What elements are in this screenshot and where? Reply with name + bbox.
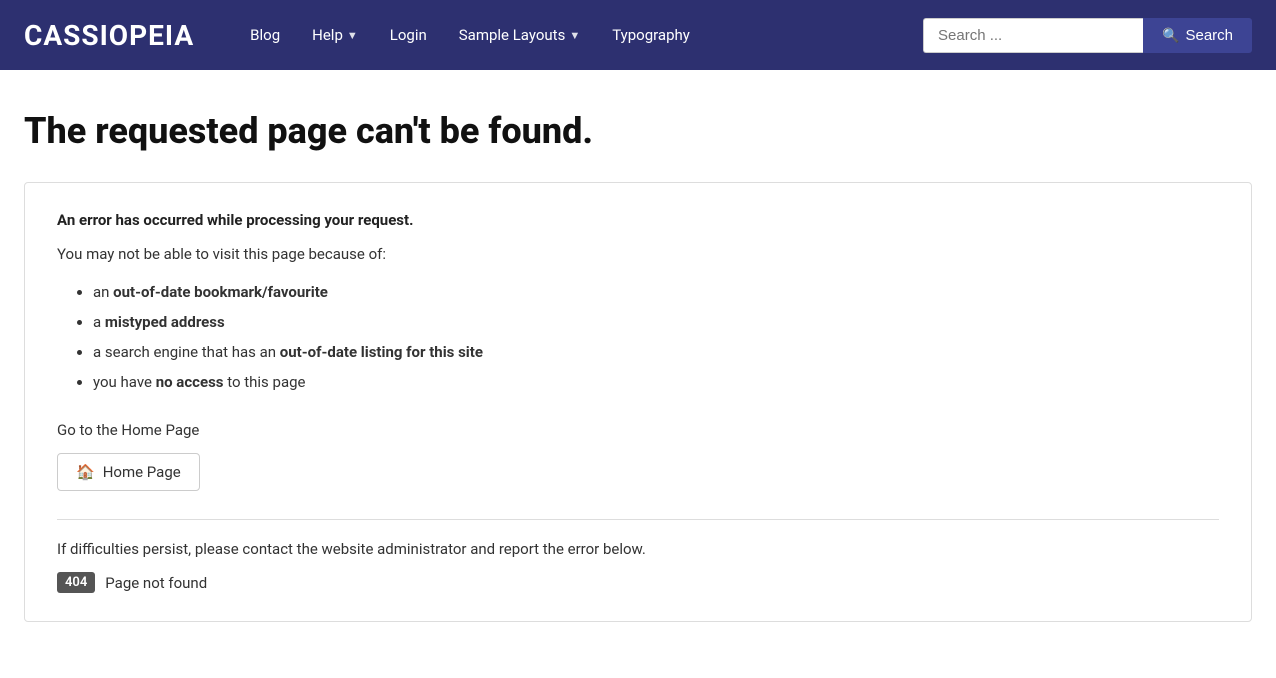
- divider: [57, 519, 1219, 520]
- contact-text: If difficulties persist, please contact …: [57, 540, 1219, 558]
- sample-layouts-dropdown-arrow: ▼: [569, 29, 580, 42]
- nav-item-blog[interactable]: Blog: [234, 2, 296, 68]
- nav-item-sample-layouts[interactable]: Sample Layouts ▼: [443, 2, 596, 68]
- help-dropdown-arrow: ▼: [347, 29, 358, 42]
- nav-item-typography[interactable]: Typography: [596, 2, 706, 68]
- nav-item-help[interactable]: Help ▼: [296, 2, 374, 68]
- search-input[interactable]: [923, 18, 1143, 53]
- error-card: An error has occurred while processing y…: [24, 182, 1252, 622]
- site-header: CASSIOPEIA Blog Help ▼ Login Sample Layo…: [0, 0, 1276, 70]
- error-sub: You may not be able to visit this page b…: [57, 245, 1219, 263]
- error-badge-label: Page not found: [105, 574, 207, 592]
- home-icon: 🏠: [76, 463, 95, 481]
- page-heading: The requested page can't be found.: [24, 110, 1252, 152]
- site-title: CASSIOPEIA: [24, 19, 194, 52]
- search-area: 🔍 Search: [923, 18, 1252, 53]
- main-nav: Blog Help ▼ Login Sample Layouts ▼ Typog…: [234, 2, 923, 68]
- list-item: a search engine that has an out-of-date …: [93, 337, 1219, 367]
- error-list: an out-of-date bookmark/favourite a mist…: [57, 277, 1219, 397]
- list-item: you have no access to this page: [93, 367, 1219, 397]
- nav-item-login[interactable]: Login: [374, 2, 443, 68]
- search-icon: 🔍: [1162, 27, 1179, 44]
- search-button[interactable]: 🔍 Search: [1143, 18, 1252, 53]
- error-badge-row: 404 Page not found: [57, 572, 1219, 593]
- home-page-button[interactable]: 🏠 Home Page: [57, 453, 200, 491]
- error-code-badge: 404: [57, 572, 95, 593]
- error-intro: An error has occurred while processing y…: [57, 211, 1219, 229]
- main-content: The requested page can't be found. An er…: [0, 70, 1276, 662]
- go-home-text: Go to the Home Page: [57, 421, 1219, 439]
- list-item: a mistyped address: [93, 307, 1219, 337]
- list-item: an out-of-date bookmark/favourite: [93, 277, 1219, 307]
